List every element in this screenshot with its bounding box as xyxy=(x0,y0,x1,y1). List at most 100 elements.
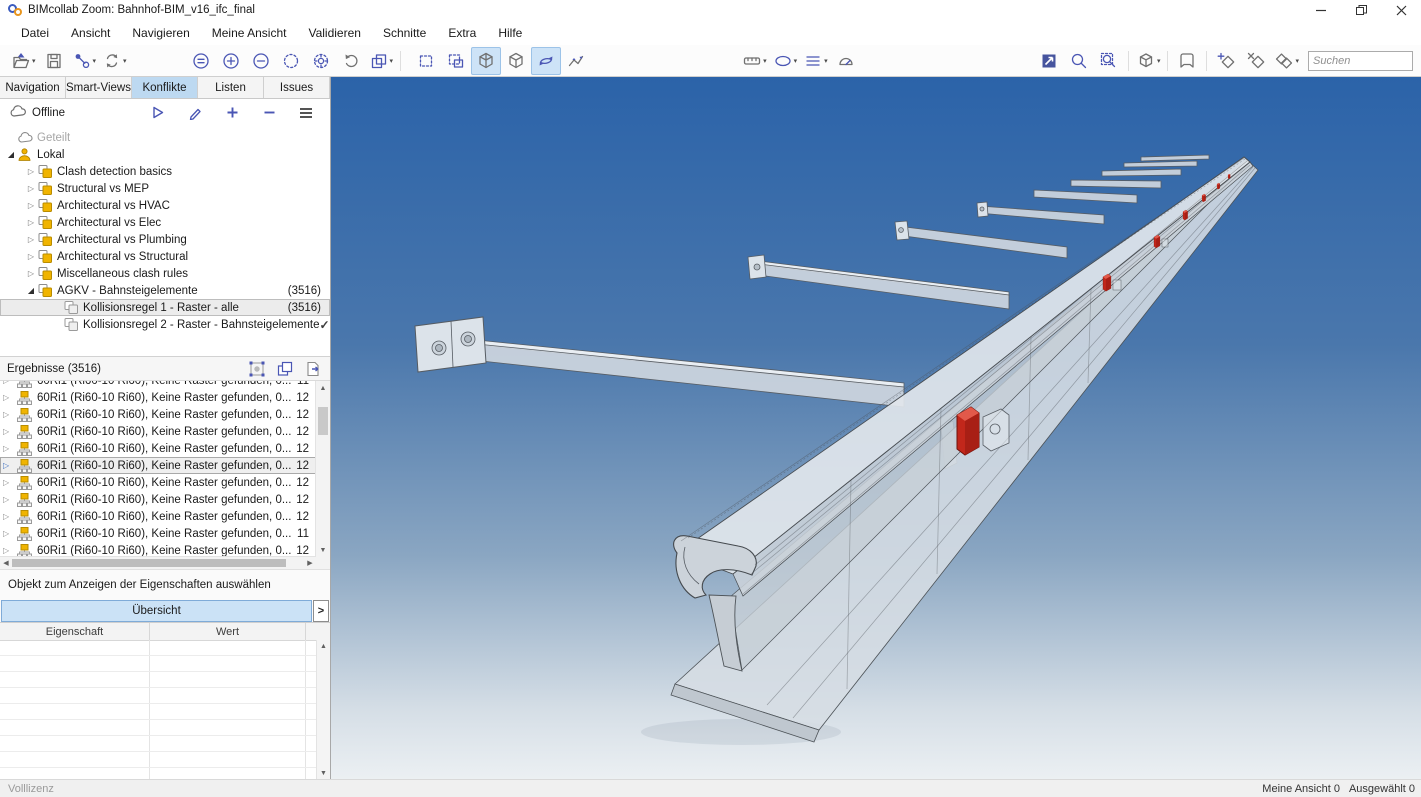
scroll-left-icon[interactable]: ◀ xyxy=(0,557,12,569)
tab-listen[interactable]: Listen xyxy=(198,77,264,98)
search-input[interactable] xyxy=(1308,51,1413,71)
result-row[interactable]: ▷60Ri1 (Ri60-10 Ri60), Keine Raster gefu… xyxy=(0,381,316,389)
minimize-button[interactable] xyxy=(1301,0,1341,20)
clash-marker[interactable] xyxy=(1103,274,1111,291)
view-orientation-button[interactable]: ▾ xyxy=(1133,47,1164,75)
scroll-right-icon[interactable]: ▶ xyxy=(304,557,316,569)
properties-scrollbar[interactable]: ▲▼ xyxy=(316,640,330,780)
export-results-button[interactable] xyxy=(304,360,322,378)
views-cascade-button[interactable]: ▾ xyxy=(366,47,397,75)
result-collapsed-icon[interactable]: ▷ xyxy=(0,461,17,470)
tree-item-architectural-vs-hvac[interactable]: ▷Architectural vs HVAC xyxy=(0,197,330,214)
save-button[interactable] xyxy=(39,47,69,75)
close-button[interactable] xyxy=(1381,0,1421,20)
select-area-button[interactable] xyxy=(411,47,441,75)
menu-extra[interactable]: Extra xyxy=(437,22,487,44)
rules-menu-button[interactable] xyxy=(298,105,314,121)
tree-item-clash-detection-basics[interactable]: ▷Clash detection basics xyxy=(0,163,330,180)
remove-rule-button[interactable] xyxy=(261,105,277,121)
result-collapsed-icon[interactable]: ▷ xyxy=(0,381,17,385)
menu-datei[interactable]: Datei xyxy=(10,22,60,44)
tree-expanded-icon[interactable]: ◢ xyxy=(24,282,38,299)
menu-navigieren[interactable]: Navigieren xyxy=(121,22,200,44)
results-hscroll-thumb[interactable] xyxy=(12,559,286,567)
orbit-button[interactable] xyxy=(531,47,561,75)
tree-collapsed-icon[interactable]: ▷ xyxy=(24,180,38,197)
tree-item-lokal[interactable]: ◢Lokal xyxy=(0,146,330,163)
tab-konflikte[interactable]: Konflikte xyxy=(132,77,198,98)
open-model-caret[interactable]: ▾ xyxy=(32,57,36,65)
clash-marker[interactable] xyxy=(1154,235,1160,248)
view-orientation-caret[interactable]: ▾ xyxy=(1157,57,1161,65)
walk-mode-button[interactable] xyxy=(561,47,591,75)
tree-collapsed-icon[interactable]: ▷ xyxy=(24,163,38,180)
properties-column-eigenschaft[interactable]: Eigenschaft xyxy=(0,623,150,640)
reset-view-button[interactable] xyxy=(336,47,366,75)
tree-item-architectural-vs-plumbing[interactable]: ▷Architectural vs Plumbing xyxy=(0,231,330,248)
tree-expanded-icon[interactable]: ◢ xyxy=(4,146,18,163)
views-list-button[interactable]: ▾ xyxy=(1271,47,1302,75)
scroll-up-icon[interactable]: ▲ xyxy=(317,640,330,653)
render-settings-button[interactable] xyxy=(306,47,336,75)
add-rule-button[interactable] xyxy=(224,105,240,121)
result-collapsed-icon[interactable]: ▷ xyxy=(0,546,17,555)
tab-issues[interactable]: Issues xyxy=(264,77,330,98)
add-view-button[interactable] xyxy=(1211,47,1241,75)
annotate-ellipse-caret[interactable]: ▾ xyxy=(794,57,798,65)
zoom-in-button[interactable] xyxy=(216,47,246,75)
results-horizontal-scrollbar[interactable]: ◀▶ xyxy=(0,556,316,569)
result-row[interactable]: ▷60Ri1 (Ri60-10 Ri60), Keine Raster gefu… xyxy=(0,474,316,491)
clash-marker[interactable] xyxy=(1202,194,1206,202)
results-vertical-scrollbar[interactable]: ▲▼ xyxy=(315,381,330,557)
tree-item-miscellaneous-clash-rules[interactable]: ▷Miscellaneous clash rules xyxy=(0,265,330,282)
share-link-caret[interactable]: ▾ xyxy=(93,57,97,65)
section-view-button[interactable] xyxy=(471,47,501,75)
tree-item-kollisionsregel-2-raster-bahnsteigelemente[interactable]: Kollisionsregel 2 - Raster - Bahnsteigel… xyxy=(0,316,330,333)
menu-meine-ansicht[interactable]: Meine Ansicht xyxy=(201,22,298,44)
zoom-fit-button[interactable] xyxy=(186,47,216,75)
menu-schnitte[interactable]: Schnitte xyxy=(372,22,437,44)
line-style-caret[interactable]: ▾ xyxy=(824,57,828,65)
tab-navigation[interactable]: Navigation xyxy=(0,77,66,98)
render-mode-button[interactable] xyxy=(276,47,306,75)
results-vscroll-thumb[interactable] xyxy=(318,407,328,435)
tree-collapsed-icon[interactable]: ▷ xyxy=(24,248,38,265)
result-row[interactable]: ▷60Ri1 (Ri60-10 Ri60), Keine Raster gefu… xyxy=(0,508,316,525)
zoom-out-button[interactable] xyxy=(246,47,276,75)
menu-hilfe[interactable]: Hilfe xyxy=(487,22,533,44)
scroll-down-icon[interactable]: ▼ xyxy=(316,543,330,557)
scroll-up-icon[interactable]: ▲ xyxy=(316,381,330,395)
tree-collapsed-icon[interactable]: ▷ xyxy=(24,214,38,231)
model-view[interactable] xyxy=(331,77,1421,780)
refresh-button[interactable]: ▾ xyxy=(99,47,130,75)
tree-item-architectural-vs-elec[interactable]: ▷Architectural vs Elec xyxy=(0,214,330,231)
result-collapsed-icon[interactable]: ▷ xyxy=(0,410,17,419)
open-model-button[interactable]: ▾ xyxy=(8,47,39,75)
result-row[interactable]: ▷60Ri1 (Ri60-10 Ri60), Keine Raster gefu… xyxy=(0,406,316,423)
tree-collapsed-icon[interactable]: ▷ xyxy=(24,265,38,282)
zoom-extents-button[interactable] xyxy=(1034,47,1064,75)
result-row[interactable]: ▷60Ri1 (Ri60-10 Ri60), Keine Raster gefu… xyxy=(0,525,316,542)
tree-item-structural-vs-mep[interactable]: ▷Structural vs MEP xyxy=(0,180,330,197)
menu-ansicht[interactable]: Ansicht xyxy=(60,22,121,44)
result-collapsed-icon[interactable]: ▷ xyxy=(0,478,17,487)
properties-column-wert[interactable]: Wert xyxy=(150,623,306,640)
annotate-ellipse-button[interactable]: ▾ xyxy=(770,47,801,75)
tree-item-kollisionsregel-1-raster-alle[interactable]: Kollisionsregel 1 - Raster - alle(3516) xyxy=(0,299,330,316)
clash-marker[interactable] xyxy=(1228,174,1230,179)
result-collapsed-icon[interactable]: ▷ xyxy=(0,512,17,521)
properties-tab-next-button[interactable]: > xyxy=(313,600,329,622)
saved-view-button[interactable] xyxy=(1172,47,1202,75)
angle-measure-button[interactable] xyxy=(831,47,861,75)
clash-marker[interactable] xyxy=(1183,210,1188,220)
measure-button[interactable]: ▾ xyxy=(739,47,770,75)
tree-item-geteilt[interactable]: Geteilt xyxy=(0,129,330,146)
clash-marker-large[interactable] xyxy=(957,407,979,455)
tree-item-architectural-vs-structural[interactable]: ▷Architectural vs Structural xyxy=(0,248,330,265)
result-collapsed-icon[interactable]: ▷ xyxy=(0,444,17,453)
line-style-button[interactable]: ▾ xyxy=(800,47,831,75)
result-row[interactable]: ▷60Ri1 (Ri60-10 Ri60), Keine Raster gefu… xyxy=(0,440,316,457)
result-row[interactable]: ▷60Ri1 (Ri60-10 Ri60), Keine Raster gefu… xyxy=(0,389,316,406)
result-row[interactable]: ▷60Ri1 (Ri60-10 Ri60), Keine Raster gefu… xyxy=(0,457,316,474)
result-row[interactable]: ▷60Ri1 (Ri60-10 Ri60), Keine Raster gefu… xyxy=(0,491,316,508)
